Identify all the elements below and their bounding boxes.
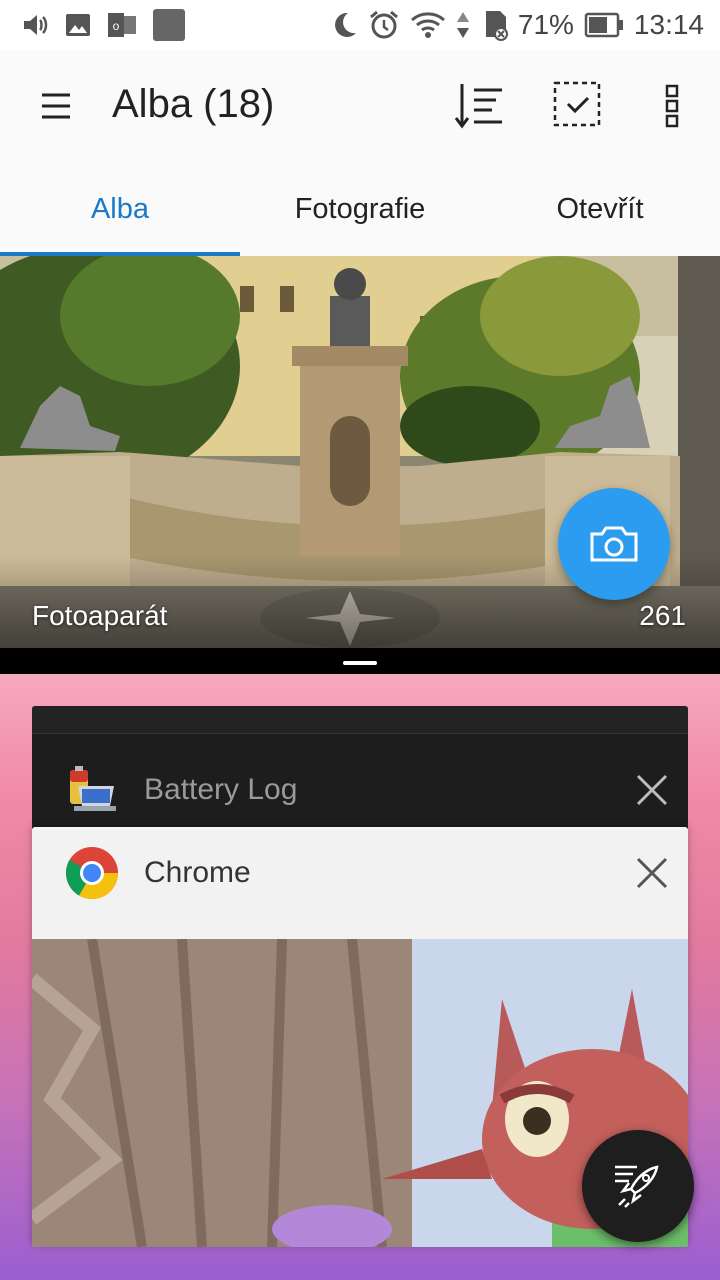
more-options-button[interactable] bbox=[652, 78, 692, 134]
divider-handle[interactable] bbox=[343, 661, 377, 665]
tab-alba[interactable]: Alba bbox=[0, 162, 240, 256]
wifi-icon bbox=[410, 10, 446, 40]
sort-icon bbox=[454, 84, 502, 129]
menu-button[interactable] bbox=[30, 80, 82, 132]
battery-log-icon bbox=[64, 762, 120, 818]
tab-fotografie[interactable]: Fotografie bbox=[240, 162, 480, 256]
album-count: 261 bbox=[639, 600, 686, 631]
battery-percent: 71% bbox=[517, 9, 574, 40]
volume-icon bbox=[20, 10, 50, 40]
album-tile[interactable]: Fotoaparát 261 bbox=[0, 256, 720, 648]
recent-card-title-chrome: Chrome bbox=[144, 856, 251, 889]
chrome-icon bbox=[64, 845, 120, 901]
alarm-icon bbox=[368, 9, 400, 41]
data-arrows-icon bbox=[456, 10, 470, 40]
sd-card-icon bbox=[480, 9, 508, 41]
camera-icon bbox=[590, 526, 638, 562]
tab-bar: Alba Fotografie Otevřít bbox=[0, 162, 720, 256]
split-screen-divider[interactable] bbox=[0, 648, 720, 674]
sort-button[interactable] bbox=[452, 78, 508, 134]
battery-icon bbox=[584, 11, 624, 39]
page-title: Alba (18) bbox=[112, 82, 275, 126]
select-button[interactable] bbox=[550, 78, 606, 134]
image-icon bbox=[64, 11, 92, 39]
app-bar: Alba (18) bbox=[0, 50, 720, 162]
recent-card-title-battery-log: Battery Log bbox=[144, 773, 298, 806]
recent-card-header: Battery Log bbox=[32, 744, 688, 836]
svg-text:o: o bbox=[113, 19, 120, 33]
outlook-icon: o bbox=[106, 11, 138, 39]
rocket-icon bbox=[615, 1165, 659, 1208]
close-battery-log-button[interactable] bbox=[634, 772, 670, 808]
moon-icon bbox=[330, 10, 358, 40]
select-icon bbox=[553, 81, 601, 127]
album-name: Fotoaparát bbox=[32, 600, 168, 631]
close-chrome-button[interactable] bbox=[634, 855, 670, 891]
close-icon bbox=[636, 857, 668, 889]
menu-icon bbox=[42, 93, 70, 119]
clock: 13:14 bbox=[633, 9, 704, 40]
more-vert-icon bbox=[665, 84, 679, 128]
tab-otevrit[interactable]: Otevřít bbox=[480, 162, 720, 256]
boost-button[interactable] bbox=[582, 1130, 694, 1242]
status-bar: o 71% 13:14 bbox=[0, 0, 720, 50]
close-icon bbox=[636, 774, 668, 806]
recent-apps-panel: Battery Log Chrome bbox=[0, 674, 720, 1280]
app-square-icon bbox=[152, 8, 186, 42]
camera-button[interactable] bbox=[558, 488, 670, 600]
recent-card-header: Chrome bbox=[32, 827, 688, 919]
